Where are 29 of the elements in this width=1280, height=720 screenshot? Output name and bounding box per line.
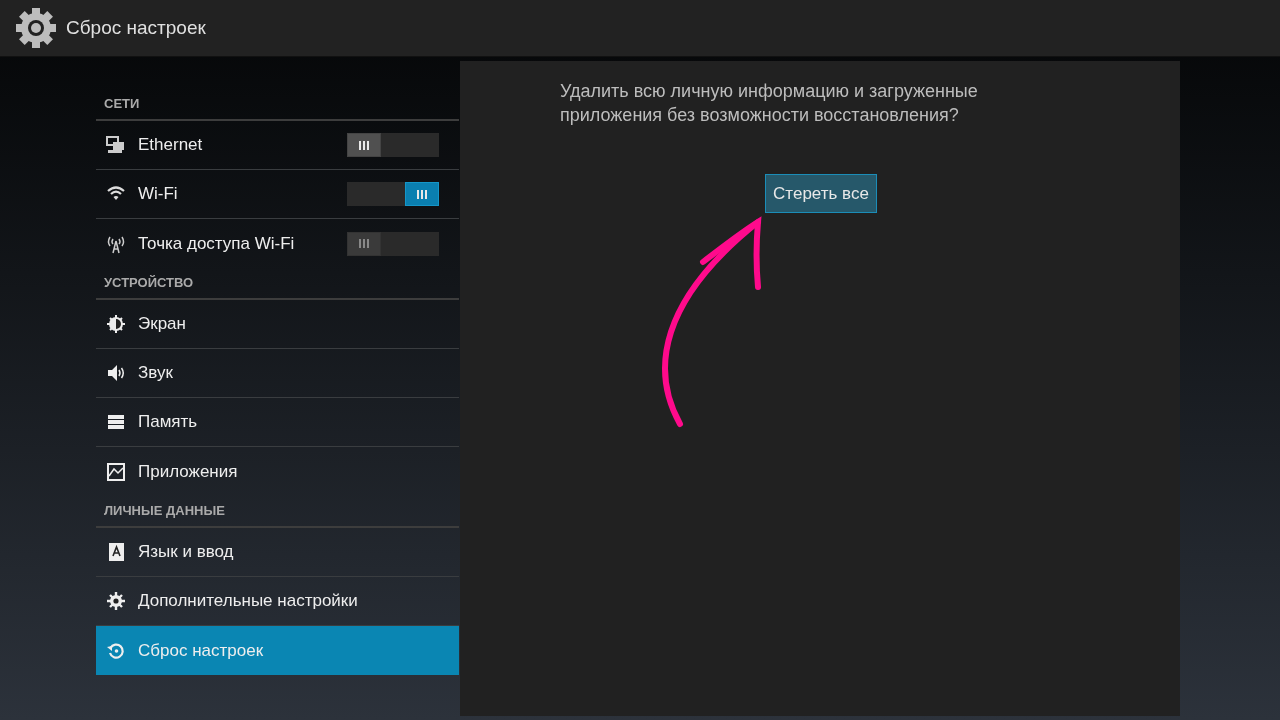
reset-icon xyxy=(106,640,126,661)
settings-menu-item[interactable]: Ethernet xyxy=(96,121,459,170)
settings-menu-item[interactable]: Приложения xyxy=(96,447,459,496)
speaker-icon xyxy=(106,363,126,383)
gear-icon xyxy=(106,591,126,611)
reset-warning-text: Удалить всю личную информацию и загруженные приложения без возможности восстановления? xyxy=(560,80,979,127)
settings-icon[interactable] xyxy=(14,6,58,50)
toggle-switch[interactable] xyxy=(347,231,439,256)
toggle-thumb[interactable] xyxy=(347,133,381,157)
settings-menu-item[interactable]: Сброс настроек xyxy=(96,626,459,675)
erase-all-button[interactable]: Стереть все xyxy=(765,174,877,213)
settings-menu-item[interactable]: Звук xyxy=(96,349,459,398)
toggle-switch[interactable] xyxy=(347,182,439,206)
storage-icon xyxy=(106,412,126,432)
settings-menu-item[interactable]: Экран xyxy=(96,300,459,349)
picture-icon xyxy=(106,461,126,482)
toggle-thumb[interactable] xyxy=(405,182,439,206)
section-header: СЕТИ xyxy=(104,95,140,114)
screen-title: Сброс настроек xyxy=(66,15,206,40)
brightness-icon xyxy=(106,314,126,334)
section-header: ЛИЧНЫЕ ДАННЫЕ xyxy=(104,502,225,521)
settings-menu-item[interactable]: Память xyxy=(96,398,459,447)
computer-icon xyxy=(106,135,126,155)
settings-menu-item[interactable]: Язык и ввод xyxy=(96,528,459,577)
section-header: УСТРОЙСТВО xyxy=(104,274,194,293)
settings-menu-item[interactable]: Точка доступа Wi-Fi xyxy=(96,219,459,268)
toggle-switch[interactable] xyxy=(347,133,439,157)
settings-menu-item[interactable]: Wi-Fi xyxy=(96,170,459,219)
letter-a-icon xyxy=(106,542,126,562)
